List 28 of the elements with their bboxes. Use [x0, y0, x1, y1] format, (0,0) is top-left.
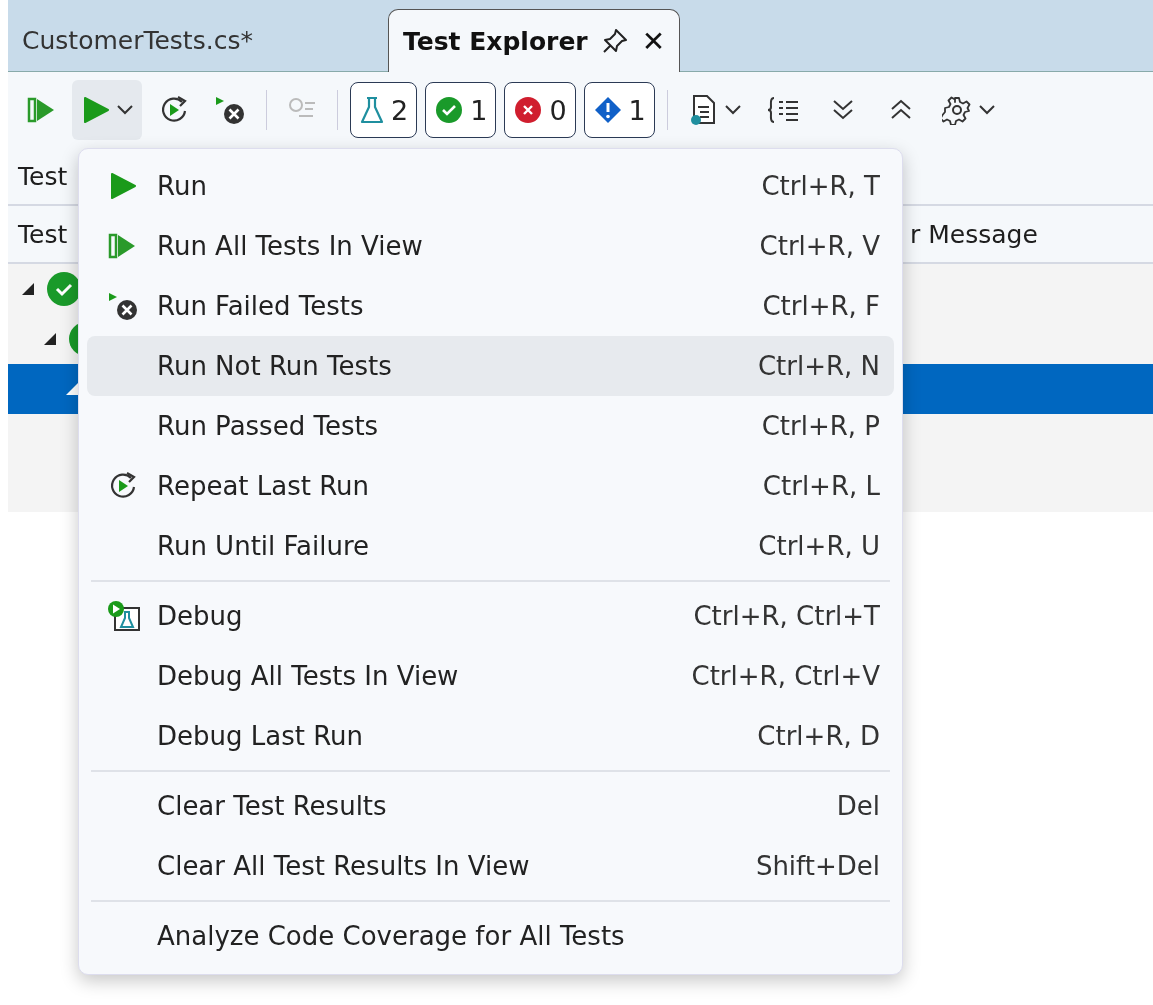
shortcut-text: Ctrl+R, T: [761, 171, 880, 201]
shortcut-text: Del: [836, 791, 880, 821]
shortcut-text: Ctrl+R, D: [757, 721, 880, 751]
menu-item-label: Run Not Run Tests: [157, 351, 393, 381]
tab-label: Test Explorer: [403, 26, 588, 56]
menu-item-label: Run Passed Tests: [157, 411, 380, 441]
menu-item-label: Run All Tests In View: [157, 231, 424, 261]
menu-item-label: Debug All Tests In View: [157, 661, 460, 691]
shortcut-text: Ctrl+R, N: [757, 351, 880, 381]
shortcut-text: Ctrl+R, Ctrl+V: [691, 661, 880, 691]
menu-item-label: Clear All Test Results In View: [157, 851, 531, 881]
menu-item-label: Debug: [157, 601, 244, 631]
shortcut-text: Ctrl+R, Ctrl+T: [693, 601, 880, 631]
menu-item-label: Clear Test Results: [157, 791, 388, 821]
shortcut-text: Ctrl+R, L: [762, 471, 880, 501]
menu-item-label: Run Failed Tests: [157, 291, 365, 321]
shortcut-text: Shift+Del: [755, 851, 880, 881]
menu-item-label: Run Until Failure: [157, 531, 371, 561]
shortcut-text: Ctrl+R, F: [762, 291, 880, 321]
menu-item-label: Debug Last Run: [157, 721, 365, 751]
shortcut-text: Ctrl+R, U: [758, 531, 880, 561]
search-label: Test: [18, 161, 68, 191]
menu-item-label: Repeat Last Run: [157, 471, 371, 501]
shortcut-text: Ctrl+R, V: [759, 231, 880, 261]
menu-item-label: Run: [157, 171, 208, 201]
menu-item-label: Analyze Code Coverage for All Tests: [157, 921, 626, 951]
shortcut-text: Ctrl+R, P: [761, 411, 880, 441]
tab-label: CustomerTests.cs*: [22, 25, 253, 55]
